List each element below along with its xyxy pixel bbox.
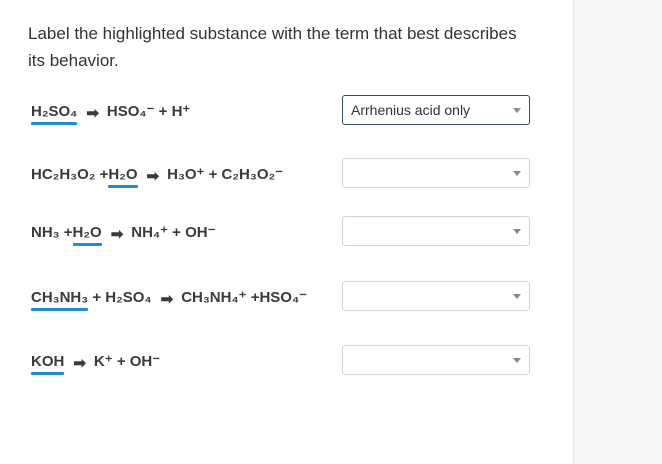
answer-dropdown[interactable] <box>342 216 530 246</box>
question-prompt: Label the highlighted substance with the… <box>28 24 517 70</box>
question-card: Label the highlighted substance with the… <box>0 0 574 464</box>
chevron-down-icon <box>513 294 521 299</box>
equation-row: CH₃NH₃ + H₂SO₄ ➡ CH₃NH₄⁺ +HSO₄⁻ <box>31 281 541 313</box>
highlighted-substance: H₂O <box>72 223 102 246</box>
highlighted-substance: KOH <box>31 352 65 375</box>
chemical-equation: HC₂H₃O₂ + H₂O ➡ H₃O⁺ + C₂H₃O₂⁻ <box>31 158 283 190</box>
selected-answer: Arrhenius acid only <box>351 102 471 118</box>
answer-dropdown[interactable] <box>342 281 530 311</box>
chevron-down-icon <box>513 229 521 234</box>
equation-products: K⁺ + OH⁻ <box>93 353 161 370</box>
chemical-equation: CH₃NH₃ + H₂SO₄ ➡ CH₃NH₄⁺ +HSO₄⁻ <box>31 281 307 313</box>
chevron-down-icon <box>513 108 521 113</box>
equation-products: NH₄⁺ + OH⁻ <box>131 224 216 241</box>
chemical-equation: NH₃ + H₂O ➡ NH₄⁺ + OH⁻ <box>31 216 216 248</box>
equation-reactant: HC₂H₃O₂ + <box>31 165 109 183</box>
highlighted-substance: CH₃NH₃ <box>31 288 89 311</box>
answer-dropdown[interactable]: Arrhenius acid only <box>342 95 530 125</box>
equation-row: NH₃ + H₂O ➡ NH₄⁺ + OH⁻ <box>31 216 541 248</box>
highlighted-substance: H₂O <box>108 165 138 188</box>
chemical-equation: KOH ➡ K⁺ + OH⁻ <box>31 345 160 377</box>
equation-products: CH₃NH₄⁺ +HSO₄⁻ <box>181 289 308 306</box>
equation-products: H₃O⁺ + C₂H₃O₂⁻ <box>167 166 284 183</box>
equation-row: H₂SO₄ ➡ HSO₄⁻ + H⁺ Arrhenius acid only <box>31 95 541 127</box>
answer-dropdown[interactable] <box>342 158 530 188</box>
right-arrow-icon: ➡ <box>110 226 124 243</box>
right-arrow-icon: ➡ <box>86 105 99 122</box>
answer-dropdown[interactable] <box>342 345 530 375</box>
equation-row: KOH ➡ K⁺ + OH⁻ <box>31 345 541 377</box>
chemical-equation: H₂SO₄ ➡ HSO₄⁻ + H⁺ <box>31 95 190 127</box>
chevron-down-icon <box>513 171 521 176</box>
equation-reactant: + H₂SO₄ <box>88 288 152 306</box>
highlighted-substance: H₂SO₄ <box>31 102 78 125</box>
right-arrow-icon: ➡ <box>73 355 86 372</box>
equation-row: HC₂H₃O₂ + H₂O ➡ H₃O⁺ + C₂H₃O₂⁻ <box>31 158 541 190</box>
right-arrow-icon: ➡ <box>160 291 174 308</box>
chevron-down-icon <box>513 358 521 363</box>
equation-products: HSO₄⁻ + H⁺ <box>106 103 191 120</box>
equation-reactant: NH₃ + <box>31 223 73 241</box>
right-arrow-icon: ➡ <box>146 168 160 185</box>
